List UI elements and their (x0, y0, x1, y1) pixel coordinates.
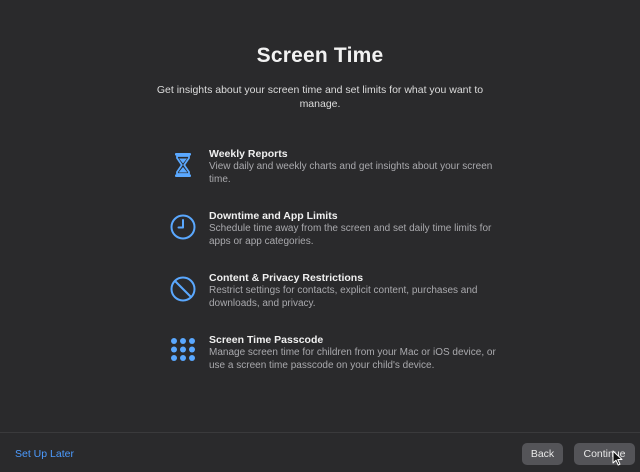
feature-description: View daily and weekly charts and get ins… (209, 161, 493, 185)
feature-title: Content & Privacy Restrictions (209, 272, 364, 284)
feature-downtime-limits: Downtime and App Limits Schedule time aw… (168, 210, 508, 262)
setup-screen: Screen Time Get insights about your scre… (0, 0, 640, 472)
page-subtitle: Get insights about your screen time and … (156, 84, 484, 110)
hourglass-icon (168, 150, 198, 180)
continue-button[interactable]: Continue (574, 443, 635, 465)
set-up-later-link[interactable]: Set Up Later (15, 448, 74, 460)
page-title: Screen Time (256, 44, 384, 67)
passcode-grid-icon (168, 336, 198, 366)
feature-weekly-reports: Weekly Reports View daily and weekly cha… (168, 148, 508, 200)
footer-divider (0, 432, 640, 433)
feature-description: Schedule time away from the screen and s… (209, 223, 492, 247)
feature-title: Screen Time Passcode (209, 334, 324, 346)
back-button[interactable]: Back (522, 443, 563, 465)
feature-passcode: Screen Time Passcode Manage screen time … (168, 334, 508, 386)
feature-title: Downtime and App Limits (209, 210, 338, 222)
clock-icon (168, 212, 198, 242)
feature-description: Restrict settings for contacts, explicit… (209, 285, 478, 309)
restriction-icon (168, 274, 198, 304)
mouse-pointer-icon (612, 450, 624, 466)
feature-title: Weekly Reports (209, 148, 288, 160)
feature-description: Manage screen time for children from you… (209, 347, 496, 371)
feature-content-privacy: Content & Privacy Restrictions Restrict … (168, 272, 508, 324)
